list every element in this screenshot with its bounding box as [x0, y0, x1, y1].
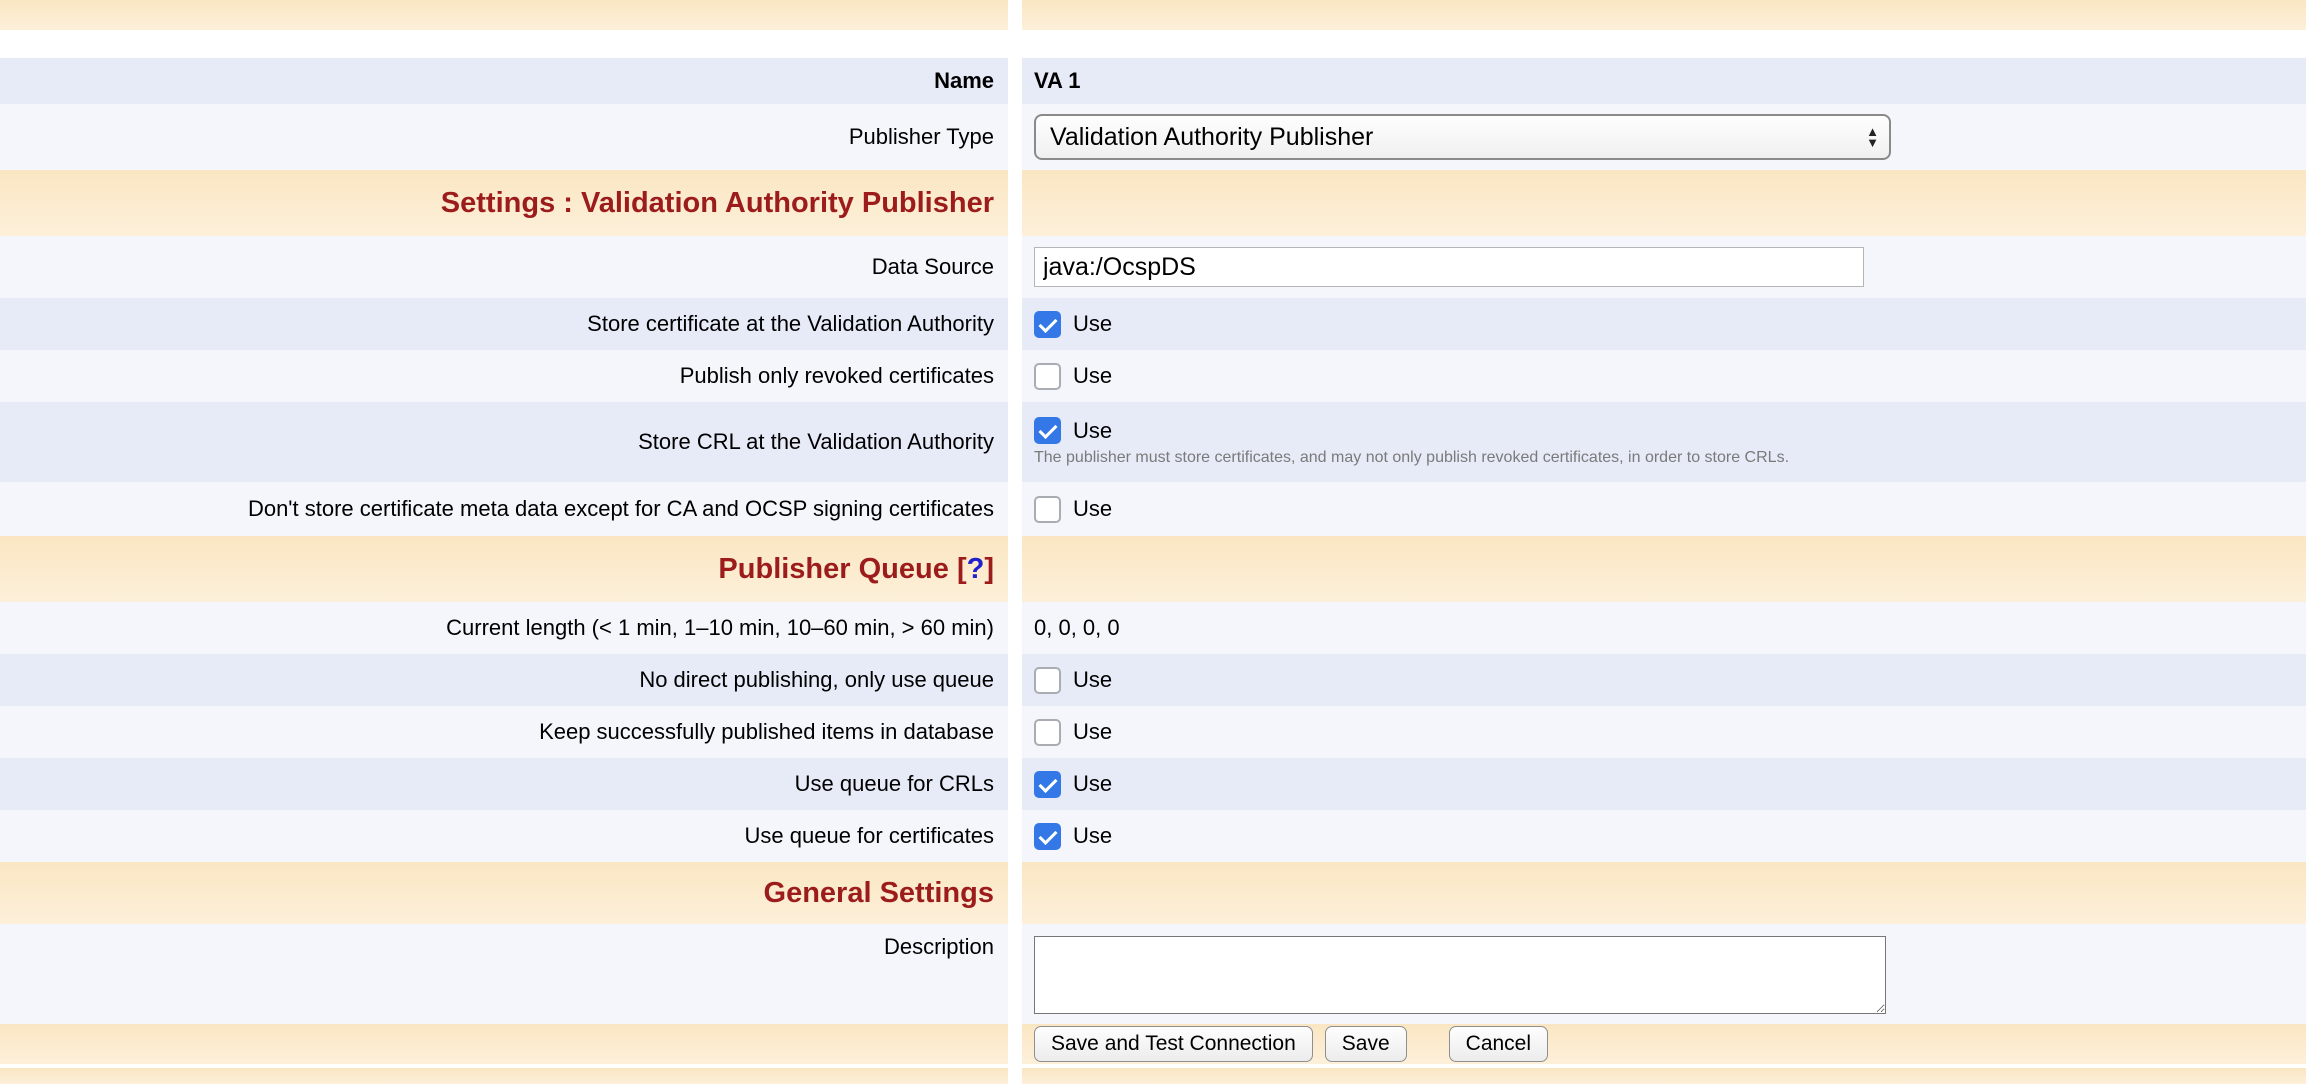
- select-arrows-icon: ▲▼: [1866, 126, 1879, 148]
- top-band-left: [0, 0, 1008, 30]
- top-band-right: [1022, 0, 2306, 30]
- column-gap: [1008, 810, 1022, 862]
- row-description: Description: [0, 924, 2306, 1024]
- column-gap: [1008, 924, 1022, 1024]
- row-dont-store-meta: Don't store certificate meta data except…: [0, 482, 2306, 536]
- use-label[interactable]: Use: [1073, 418, 1112, 444]
- row-store-certificate: Store certificate at the Validation Auth…: [0, 298, 2306, 350]
- use-label[interactable]: Use: [1073, 719, 1112, 745]
- row-no-direct-publishing: No direct publishing, only use queue Use: [0, 654, 2306, 706]
- no-direct-publishing-checkbox[interactable]: [1034, 667, 1061, 694]
- publish-revoked-checkbox[interactable]: [1034, 363, 1061, 390]
- queue-certificates-checkbox[interactable]: [1034, 823, 1061, 850]
- row-publisher-type: Publisher Type Validation Authority Publ…: [0, 104, 2306, 170]
- row-keep-published: Keep successfully published items in dat…: [0, 706, 2306, 758]
- general-settings-section-title: General Settings: [764, 877, 994, 910]
- row-store-crl: Store CRL at the Validation Authority Us…: [0, 402, 2306, 482]
- data-source-label: Data Source: [872, 254, 994, 280]
- section-general-settings: General Settings: [0, 862, 2306, 924]
- store-certificate-label: Store certificate at the Validation Auth…: [587, 311, 994, 337]
- publish-revoked-label: Publish only revoked certificates: [680, 363, 994, 389]
- use-label[interactable]: Use: [1073, 496, 1112, 522]
- bottom-band-left: [0, 1068, 1008, 1084]
- store-crl-hint: The publisher must store certificates, a…: [1034, 449, 1789, 467]
- save-button[interactable]: Save: [1325, 1026, 1407, 1062]
- row-publish-revoked: Publish only revoked certificates Use: [0, 350, 2306, 402]
- row-buttons: Save and Test Connection Save Cancel: [0, 1024, 2306, 1064]
- description-label: Description: [884, 934, 994, 960]
- publisher-type-select[interactable]: Validation Authority Publisher ▲▼: [1034, 114, 1891, 160]
- settings-section-title: Settings : Validation Authority Publishe…: [441, 187, 994, 220]
- dont-store-meta-checkbox[interactable]: [1034, 496, 1061, 523]
- column-gap: [1008, 298, 1022, 350]
- use-label[interactable]: Use: [1073, 667, 1112, 693]
- use-label[interactable]: Use: [1073, 771, 1112, 797]
- use-label[interactable]: Use: [1073, 311, 1112, 337]
- top-band: [0, 0, 2306, 30]
- column-gap: [1008, 0, 1022, 30]
- column-gap: [1008, 104, 1022, 170]
- column-gap: [1008, 1068, 1022, 1084]
- publisher-queue-help-link[interactable]: ?: [967, 553, 985, 585]
- no-direct-publishing-label: No direct publishing, only use queue: [639, 667, 994, 693]
- spacer: [0, 30, 2306, 58]
- column-gap: [1008, 402, 1022, 482]
- column-gap: [1008, 706, 1022, 758]
- column-gap: [1008, 602, 1022, 654]
- bracket-open: [: [957, 553, 967, 585]
- cancel-button[interactable]: Cancel: [1449, 1026, 1548, 1062]
- edit-publisher-page: Name VA 1 Publisher Type Validation Auth…: [0, 0, 2306, 1084]
- current-length-label: Current length (< 1 min, 1–10 min, 10–60…: [446, 615, 994, 641]
- use-label[interactable]: Use: [1073, 363, 1112, 389]
- section-settings: Settings : Validation Authority Publishe…: [0, 170, 2306, 236]
- publisher-queue-section-title: Publisher Queue [?]: [718, 553, 994, 586]
- publisher-type-label: Publisher Type: [849, 124, 994, 150]
- current-length-value: 0, 0, 0, 0: [1034, 615, 1120, 641]
- column-gap: [1008, 1024, 1022, 1064]
- bottom-band: [0, 1068, 2306, 1084]
- queue-crls-checkbox[interactable]: [1034, 771, 1061, 798]
- column-gap: [1008, 482, 1022, 536]
- column-gap: [1008, 862, 1022, 924]
- publisher-queue-title-text: Publisher Queue: [718, 553, 948, 585]
- save-and-test-connection-button[interactable]: Save and Test Connection: [1034, 1026, 1313, 1062]
- keep-published-label: Keep successfully published items in dat…: [539, 719, 994, 745]
- store-crl-checkbox[interactable]: [1034, 417, 1061, 444]
- column-gap: [1008, 536, 1022, 602]
- publisher-type-selected-value: Validation Authority Publisher: [1050, 123, 1373, 152]
- queue-crls-label: Use queue for CRLs: [795, 771, 994, 797]
- row-queue-crls: Use queue for CRLs Use: [0, 758, 2306, 810]
- column-gap: [1008, 350, 1022, 402]
- column-gap: [1008, 170, 1022, 236]
- use-label[interactable]: Use: [1073, 823, 1112, 849]
- name-label: Name: [934, 68, 994, 94]
- queue-certificates-label: Use queue for certificates: [745, 823, 994, 849]
- keep-published-checkbox[interactable]: [1034, 719, 1061, 746]
- description-textarea[interactable]: [1034, 936, 1886, 1014]
- row-data-source: Data Source: [0, 236, 2306, 298]
- bracket-close: ]: [984, 553, 994, 585]
- bottom-band-right: [1022, 1068, 2306, 1084]
- column-gap: [1008, 58, 1022, 104]
- column-gap: [1008, 236, 1022, 298]
- section-publisher-queue: Publisher Queue [?]: [0, 536, 2306, 602]
- row-current-length: Current length (< 1 min, 1–10 min, 10–60…: [0, 602, 2306, 654]
- dont-store-meta-label: Don't store certificate meta data except…: [248, 496, 994, 522]
- column-gap: [1008, 654, 1022, 706]
- row-queue-certificates: Use queue for certificates Use: [0, 810, 2306, 862]
- row-name: Name VA 1: [0, 58, 2306, 104]
- store-crl-label: Store CRL at the Validation Authority: [638, 429, 994, 455]
- store-certificate-checkbox[interactable]: [1034, 311, 1061, 338]
- name-value: VA 1: [1034, 68, 1080, 94]
- data-source-input[interactable]: [1034, 247, 1864, 287]
- column-gap: [1008, 758, 1022, 810]
